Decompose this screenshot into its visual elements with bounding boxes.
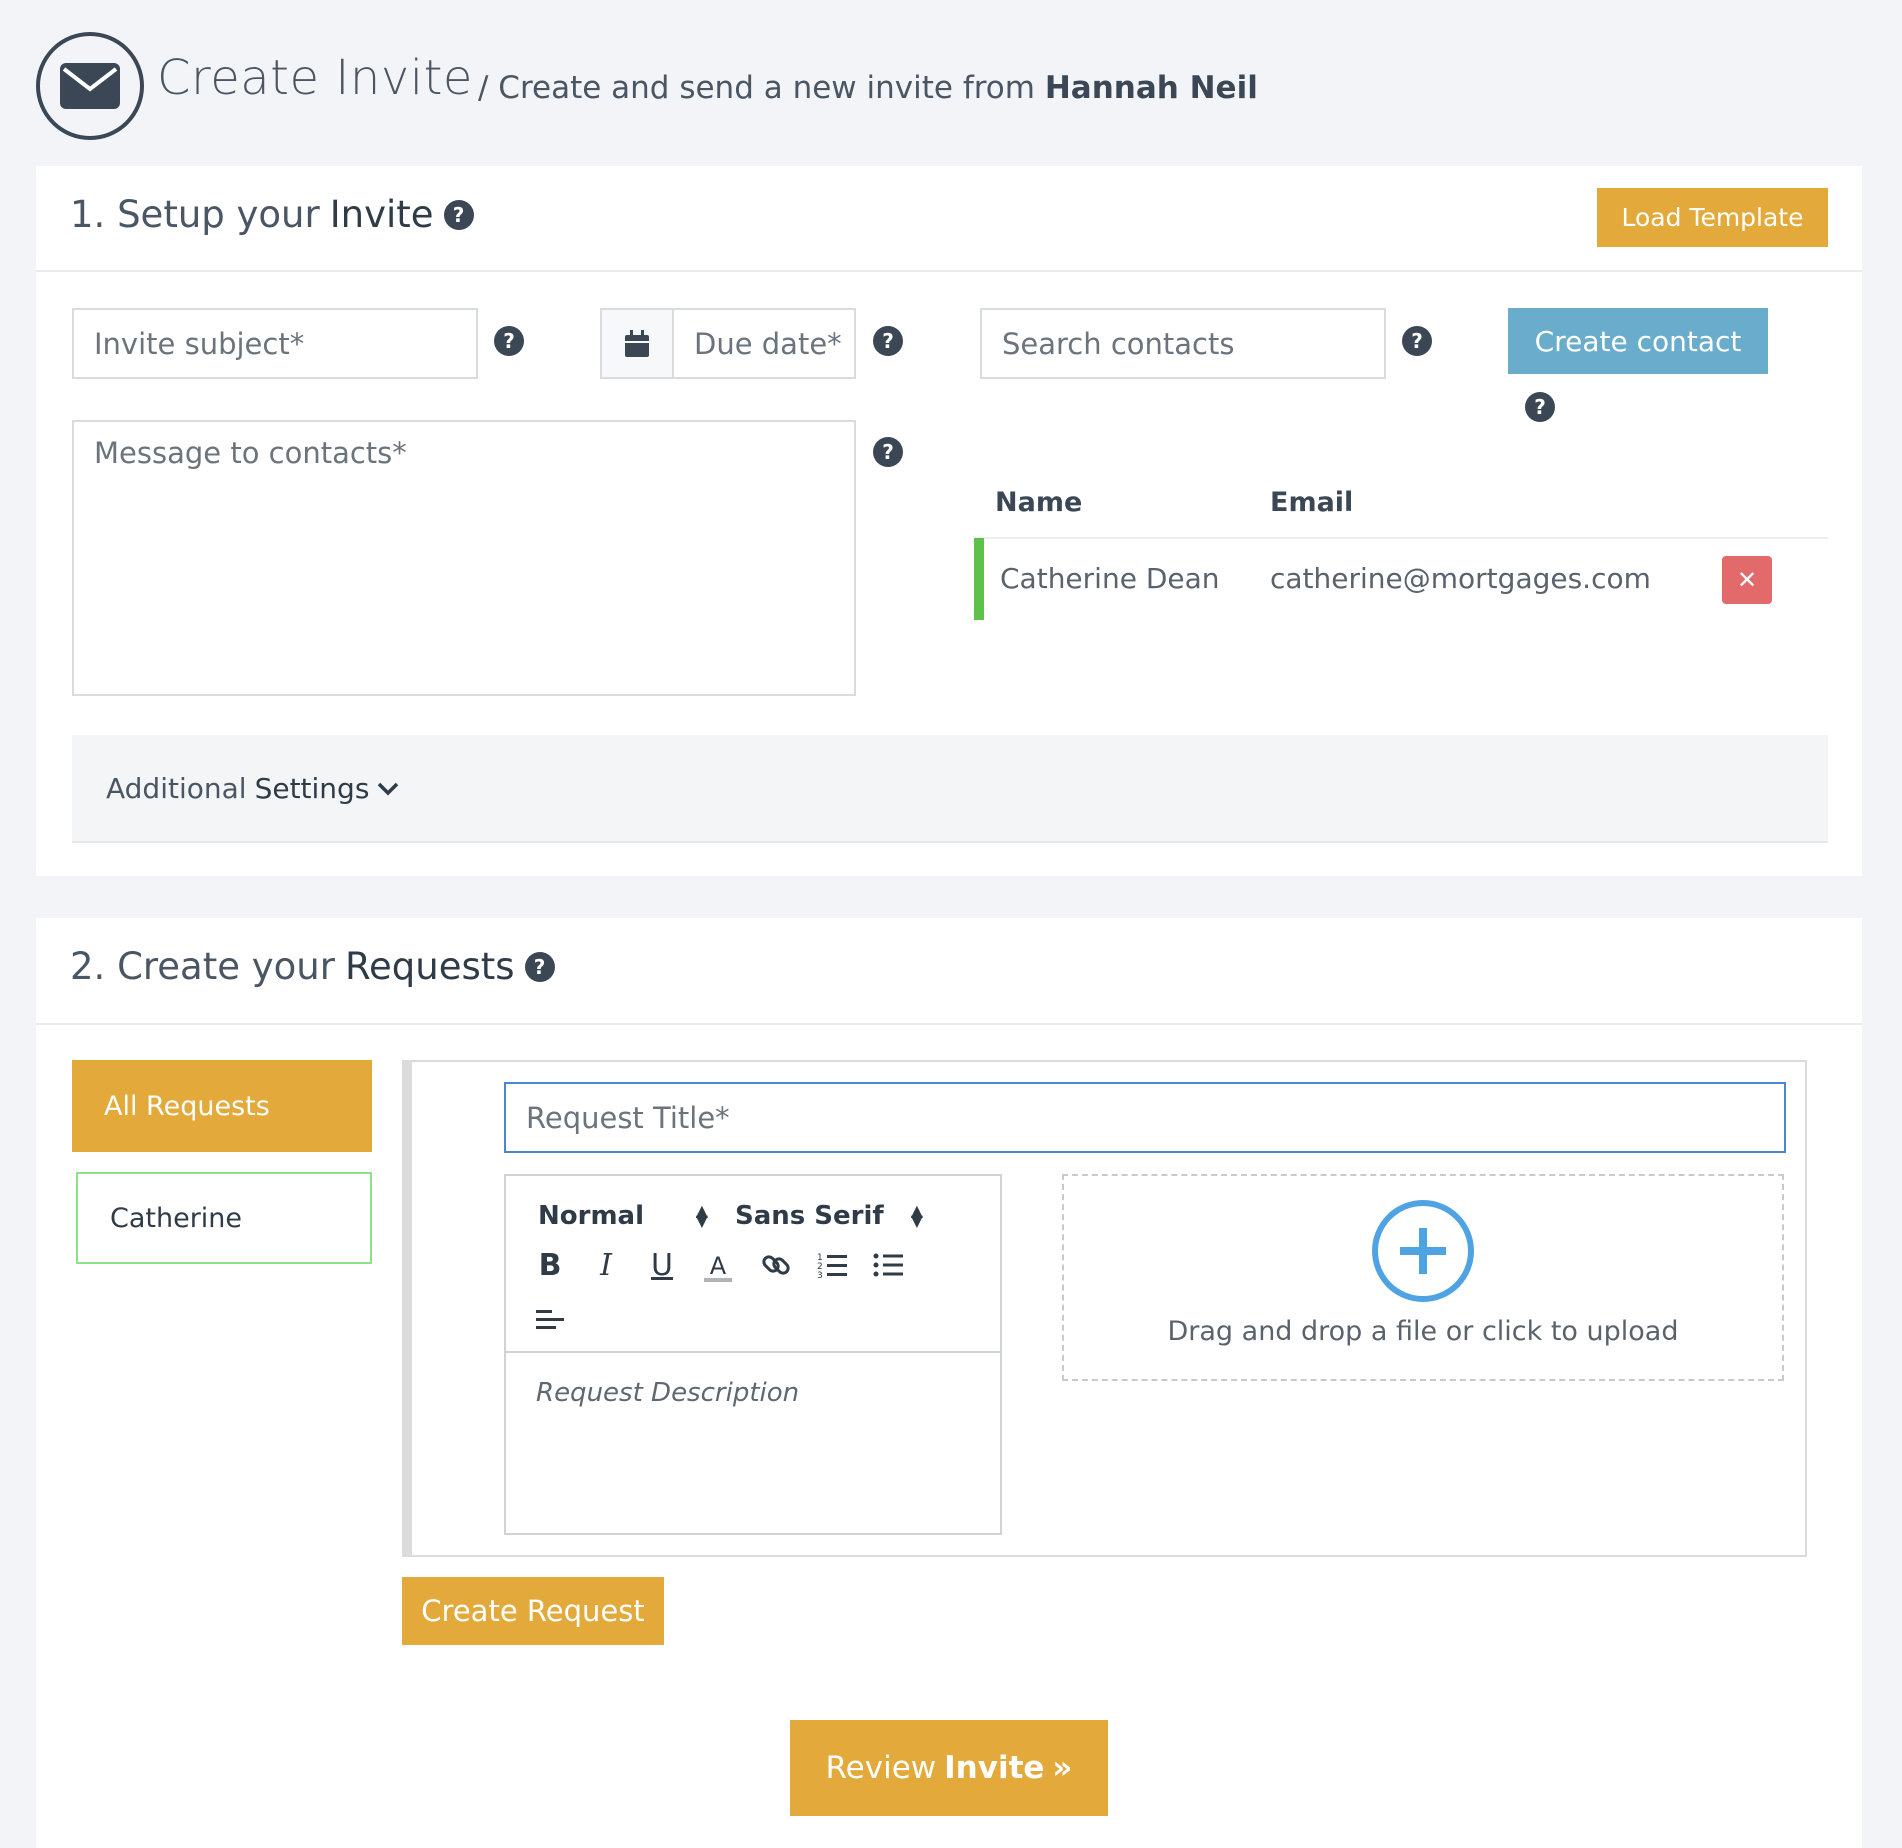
create-requests-title-bold: Requests	[344, 945, 515, 988]
request-description-area[interactable]: Request Description	[536, 1378, 976, 1418]
double-chevron-right-icon: »	[1052, 1750, 1073, 1786]
contact-request-tab-label: Catherine	[110, 1202, 243, 1234]
contact-active-indicator	[974, 538, 984, 620]
help-icon[interactable]: ?	[1402, 326, 1432, 356]
load-template-button[interactable]: Load Template	[1597, 188, 1828, 247]
help-icon[interactable]: ?	[443, 199, 474, 230]
format-select[interactable]: Normal ▲ ▼	[538, 1198, 708, 1234]
page-subtitle: / Create and send a new invite from Hann…	[478, 70, 1258, 106]
search-contacts-input[interactable]: Search contacts	[980, 308, 1386, 379]
italic-icon[interactable]: I	[588, 1245, 624, 1285]
create-contact-button[interactable]: Create contact	[1508, 308, 1768, 374]
bullet-list-icon[interactable]	[868, 1245, 908, 1285]
underline-icon[interactable]: U	[644, 1245, 680, 1285]
envelope-icon-badge	[36, 32, 144, 140]
add-file-icon[interactable]	[1372, 1200, 1474, 1302]
remove-contact-button[interactable]: ✕	[1722, 556, 1772, 604]
email-column-header: Email	[1270, 487, 1354, 518]
close-icon: ✕	[1736, 566, 1758, 594]
editor-toolbar-divider	[504, 1351, 1002, 1353]
request-description-placeholder: Request Description	[536, 1378, 800, 1408]
create-request-button[interactable]: Create Request	[402, 1577, 664, 1645]
chevron-down-icon	[378, 782, 399, 795]
page-subtitle-text: / Create and send a new invite from	[478, 70, 1035, 106]
upload-instructions: Drag and drop a file or click to upload	[1167, 1316, 1679, 1347]
additional-settings-text: Additional	[106, 772, 247, 805]
text-color-icon[interactable]: A	[700, 1248, 736, 1288]
ordered-list-icon[interactable]: 1 2 3	[812, 1245, 852, 1285]
due-date-placeholder: Due date*	[694, 326, 842, 361]
due-date-input[interactable]: Due date*	[600, 308, 856, 379]
svg-text:3: 3	[817, 1271, 823, 1279]
align-icon[interactable]	[532, 1300, 568, 1340]
sender-name: Hannah Neil	[1044, 70, 1258, 106]
name-column-header: Name	[995, 487, 1083, 518]
page-title: Create Invite	[157, 50, 473, 106]
help-icon[interactable]: ?	[1525, 392, 1555, 422]
format-select-value: Normal	[538, 1201, 644, 1231]
contact-name-cell: Catherine Dean	[1000, 562, 1220, 595]
message-placeholder: Message to contacts*	[94, 436, 407, 470]
calendar-icon	[625, 329, 649, 357]
help-icon[interactable]: ?	[494, 326, 524, 356]
contact-request-tab[interactable]: Catherine	[76, 1172, 372, 1264]
additional-settings-toggle[interactable]: Additional Settings	[106, 772, 399, 805]
review-invite-text: Review	[825, 1750, 937, 1786]
message-textarea[interactable]: Message to contacts*	[72, 420, 856, 696]
invite-subject-input[interactable]: Invite subject*	[72, 308, 478, 379]
table-header-divider	[974, 537, 1828, 539]
link-icon[interactable]	[756, 1245, 796, 1285]
section-divider	[36, 270, 1862, 272]
create-requests-title-text: 2. Create your	[70, 945, 335, 988]
select-arrows-icon: ▲ ▼	[910, 1201, 923, 1230]
setup-invite-title-bold: Invite	[329, 193, 434, 236]
help-icon[interactable]: ?	[873, 326, 903, 356]
create-requests-title: 2. Create your Requests ?	[70, 945, 555, 988]
envelope-icon	[60, 63, 120, 109]
bold-icon[interactable]: B	[532, 1245, 568, 1285]
request-title-input[interactable]: Request Title*	[504, 1082, 1786, 1153]
font-select-value: Sans Serif	[735, 1201, 884, 1231]
calendar-icon-addon[interactable]	[602, 310, 674, 377]
help-icon[interactable]: ?	[873, 437, 903, 467]
review-invite-button[interactable]: Review Invite »	[790, 1720, 1108, 1816]
review-invite-bold: Invite	[944, 1750, 1045, 1786]
select-arrows-icon: ▲ ▼	[695, 1201, 708, 1230]
section-divider	[36, 1023, 1862, 1025]
contact-email-cell: catherine@mortgages.com	[1270, 562, 1651, 595]
setup-invite-title: 1. Setup your Invite ?	[70, 193, 474, 236]
help-icon[interactable]: ?	[524, 951, 555, 982]
all-requests-tab[interactable]: All Requests	[72, 1060, 372, 1152]
font-select[interactable]: Sans Serif ▲ ▼	[735, 1198, 923, 1234]
setup-invite-title-text: 1. Setup your	[70, 193, 320, 236]
additional-settings-bold: Settings	[254, 772, 370, 805]
